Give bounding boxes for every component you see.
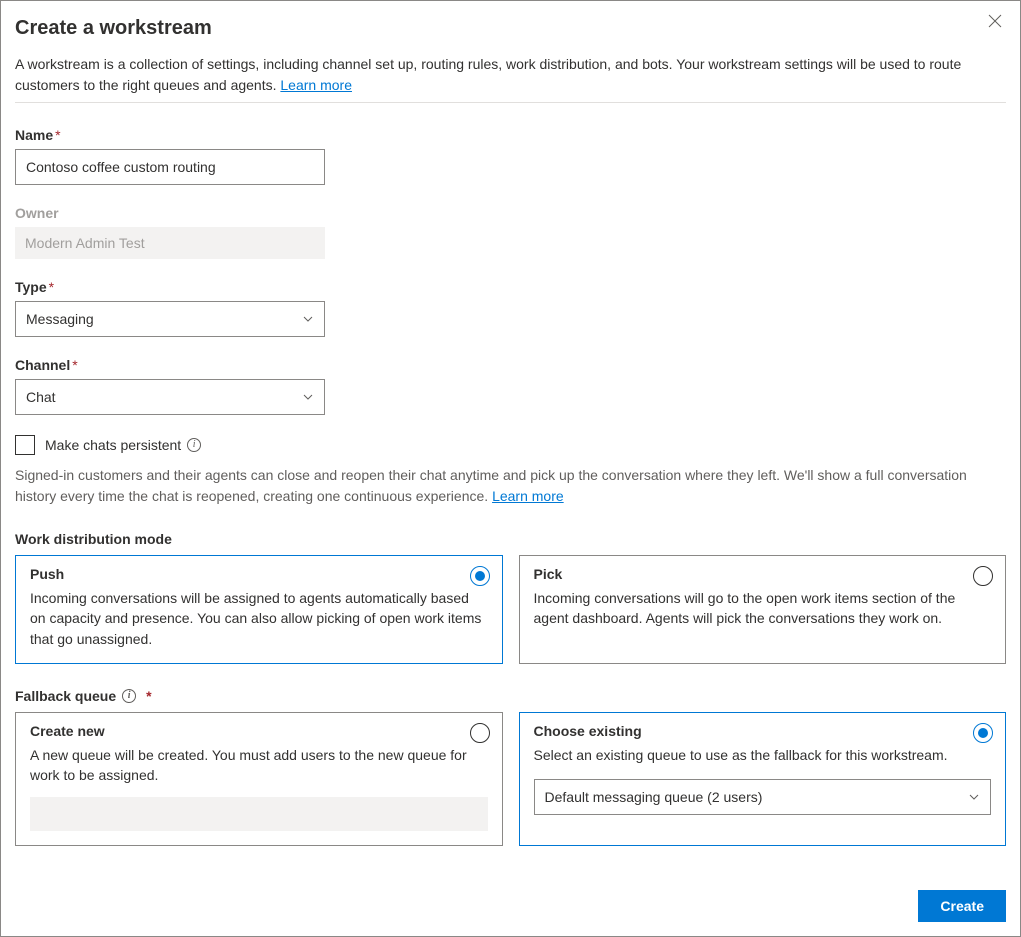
fallback-heading-text: Fallback queue (15, 688, 116, 704)
close-icon (988, 14, 1002, 28)
create-new-desc: A new queue will be created. You must ad… (30, 745, 488, 786)
persistent-label: Make chats persistent (45, 437, 181, 453)
existing-queue-value: Default messaging queue (2 users) (545, 789, 763, 805)
field-owner: Owner (15, 205, 1006, 259)
pick-desc: Incoming conversations will go to the op… (534, 588, 992, 629)
radio-pick[interactable] (973, 566, 993, 586)
choose-existing-title: Choose existing (534, 723, 992, 739)
dialog-title: Create a workstream (15, 17, 212, 40)
close-button[interactable] (984, 13, 1006, 31)
info-icon[interactable]: i (187, 438, 201, 452)
persistent-checkbox-row: Make chats persistent i (15, 435, 1006, 455)
type-label: Type (15, 279, 47, 295)
persistent-helper: Signed-in customers and their agents can… (15, 465, 1006, 507)
persistent-learn-more-link[interactable]: Learn more (492, 488, 564, 504)
channel-select[interactable]: Chat (15, 379, 325, 415)
create-new-input (30, 797, 488, 831)
create-button[interactable]: Create (918, 890, 1006, 922)
dialog-description: A workstream is a collection of settings… (15, 54, 1006, 103)
create-workstream-dialog: Create a workstream A workstream is a co… (0, 0, 1021, 937)
work-distribution-options: Push Incoming conversations will be assi… (15, 555, 1006, 664)
persistent-checkbox[interactable] (15, 435, 35, 455)
name-label: Name (15, 127, 53, 143)
type-select[interactable]: Messaging (15, 301, 325, 337)
chevron-down-icon (302, 391, 314, 403)
option-create-new[interactable]: Create new A new queue will be created. … (15, 712, 503, 847)
chevron-down-icon (968, 791, 980, 803)
existing-queue-select[interactable]: Default messaging queue (2 users) (534, 779, 992, 815)
work-distribution-heading: Work distribution mode (15, 531, 1006, 547)
radio-create-new[interactable] (470, 723, 490, 743)
pick-title: Pick (534, 566, 992, 582)
option-pick[interactable]: Pick Incoming conversations will go to t… (519, 555, 1007, 664)
required-marker: * (72, 357, 77, 373)
fallback-heading: Fallback queue i * (15, 688, 1006, 704)
field-name: Name* (15, 127, 1006, 185)
required-marker: * (146, 688, 151, 704)
persistent-helper-text: Signed-in customers and their agents can… (15, 467, 967, 504)
push-title: Push (30, 566, 488, 582)
radio-choose-existing[interactable] (973, 723, 993, 743)
radio-push[interactable] (470, 566, 490, 586)
required-marker: * (55, 127, 60, 143)
field-channel: Channel* Chat (15, 357, 1006, 415)
name-input[interactable] (15, 149, 325, 185)
create-new-title: Create new (30, 723, 488, 739)
required-marker: * (49, 279, 54, 295)
channel-label: Channel (15, 357, 70, 373)
owner-label: Owner (15, 205, 59, 221)
chevron-down-icon (302, 313, 314, 325)
channel-value: Chat (26, 389, 56, 405)
description-text: A workstream is a collection of settings… (15, 56, 961, 93)
push-desc: Incoming conversations will be assigned … (30, 588, 488, 649)
choose-existing-desc: Select an existing queue to use as the f… (534, 745, 992, 765)
type-value: Messaging (26, 311, 94, 327)
option-choose-existing[interactable]: Choose existing Select an existing queue… (519, 712, 1007, 847)
field-type: Type* Messaging (15, 279, 1006, 337)
option-push[interactable]: Push Incoming conversations will be assi… (15, 555, 503, 664)
learn-more-link[interactable]: Learn more (280, 77, 352, 93)
fallback-options: Create new A new queue will be created. … (15, 712, 1006, 847)
info-icon[interactable]: i (122, 689, 136, 703)
dialog-footer: Create (15, 872, 1006, 922)
owner-input (15, 227, 325, 259)
